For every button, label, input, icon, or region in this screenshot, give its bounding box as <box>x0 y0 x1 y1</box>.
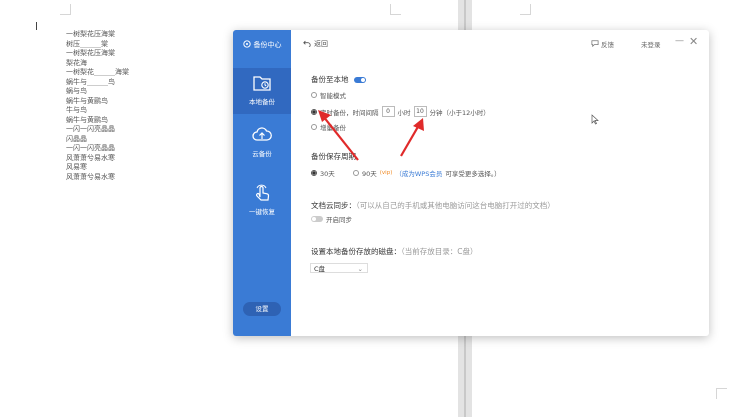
red-arrow-icon <box>318 110 359 161</box>
red-arrow-icon <box>400 118 424 157</box>
annotation-arrows <box>318 110 424 161</box>
